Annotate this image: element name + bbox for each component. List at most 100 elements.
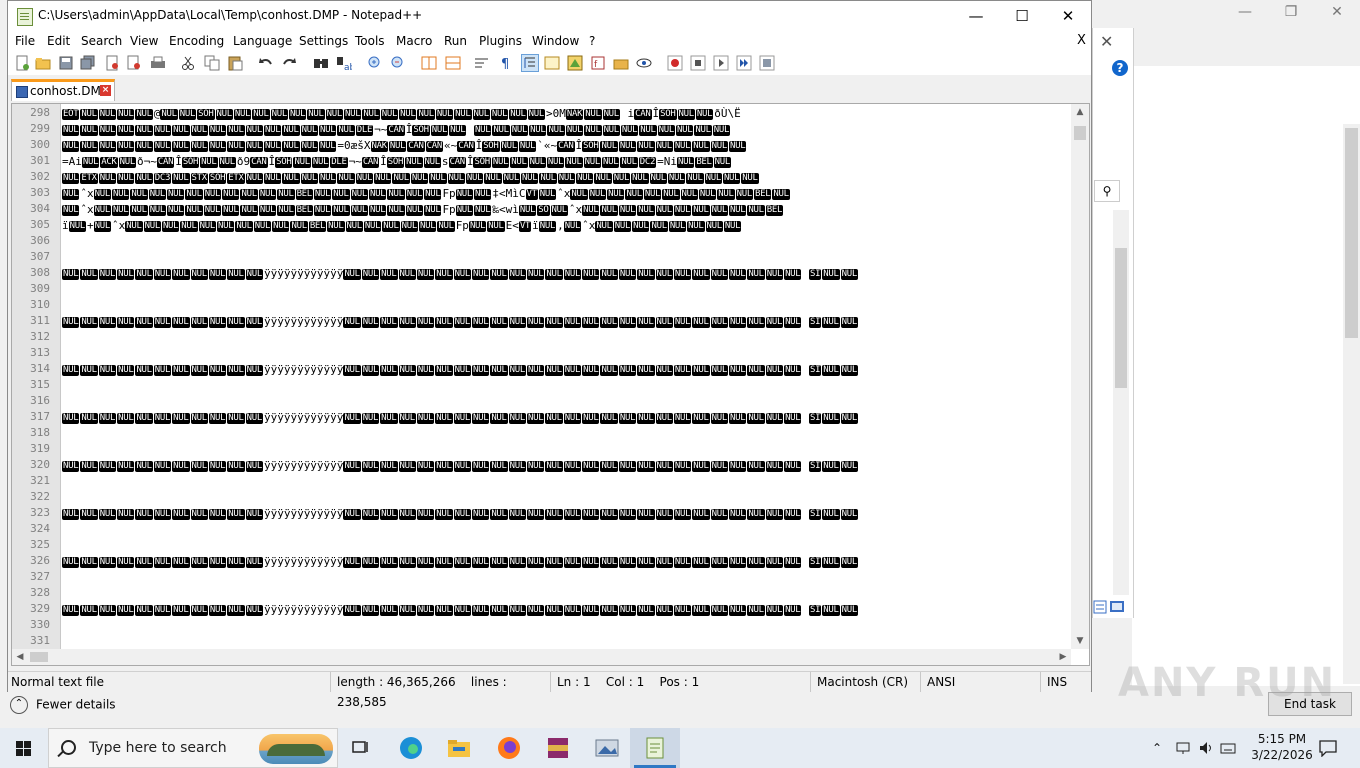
horizontal-scroll-thumb[interactable] xyxy=(30,652,48,662)
bg-scrollbar-thumb[interactable] xyxy=(1345,128,1358,338)
editor-pane[interactable]: 298 299 300 301 302 303 304 305 306 307 308 309 310 3… xyxy=(11,103,1090,666)
new-file-icon[interactable] xyxy=(14,55,30,71)
save-icon[interactable] xyxy=(58,55,74,71)
menu-encoding[interactable]: Encoding xyxy=(169,34,224,48)
maximize-button[interactable]: ☐ xyxy=(999,1,1045,31)
sync-vertical-icon[interactable] xyxy=(421,55,437,71)
stop-macro-icon[interactable] xyxy=(690,55,706,71)
copy-icon[interactable] xyxy=(204,55,220,71)
doc-map-icon[interactable] xyxy=(567,55,583,71)
editor-line[interactable]: NUL ETX NUL NUL NUL DC3 NUL STX SOH ETX NUL NUL NUL N… xyxy=(62,170,1070,186)
vertical-scroll-thumb[interactable] xyxy=(1074,126,1086,140)
function-list-icon[interactable]: f xyxy=(590,55,606,71)
editor-line[interactable]: =AiNUL ACK NUL ð¬~CAN ÎSOH NUL NUL ð9CAN ÎSOH NUL… xyxy=(62,154,1070,170)
search-icon[interactable]: ⚲ xyxy=(1094,180,1120,202)
tab-close-icon[interactable]: × xyxy=(100,85,111,96)
vertical-scrollbar[interactable]: ▲ ▼ xyxy=(1071,104,1089,649)
find-icon[interactable] xyxy=(313,55,329,71)
zoom-out-icon[interactable] xyxy=(390,55,406,71)
folder-workspace-icon[interactable] xyxy=(613,55,629,71)
tab-conhost-dmp[interactable]: conhost.DMP × xyxy=(11,79,115,101)
menu-run[interactable]: Run xyxy=(444,34,467,48)
taskbar-search-box[interactable]: Type here to search xyxy=(48,728,338,768)
editor-line[interactable]: NUL NUL NUL NUL NUL NUL NUL NUL NUL NUL NUL NUL NUL N… xyxy=(62,138,1070,154)
network-icon[interactable] xyxy=(1175,740,1191,756)
cut-icon[interactable] xyxy=(180,55,196,71)
editor-line[interactable]: NUL NUL NUL NUL NUL NUL NUL NUL NUL NUL NUL ÿÿÿÿÿÿÿ… xyxy=(62,266,1070,282)
notification-center-icon[interactable] xyxy=(1318,739,1338,757)
menu-window[interactable]: Window xyxy=(532,34,579,48)
edge-browser-icon[interactable] xyxy=(397,734,425,762)
task-view-icon[interactable] xyxy=(346,734,374,762)
bg-maximize-button[interactable]: ❐ xyxy=(1268,0,1314,24)
keyboard-layout-icon[interactable] xyxy=(1220,740,1236,756)
save-macro-icon[interactable] xyxy=(759,55,775,71)
bg-close-button[interactable]: ✕ xyxy=(1314,0,1360,24)
menu-view[interactable]: View xyxy=(130,34,158,48)
editor-line[interactable]: NUL ˆxNUL NUL NUL NUL NUL NUL NUL NUL NUL NUL NUL BE… xyxy=(62,186,1070,202)
menu-edit[interactable]: Edit xyxy=(47,34,70,48)
run-macro-multiple-icon[interactable] xyxy=(736,55,752,71)
title-bar[interactable]: C:\Users\admin\AppData\Local\Temp\conhos… xyxy=(8,1,1091,31)
menu-language[interactable]: Language xyxy=(233,34,292,48)
play-macro-icon[interactable] xyxy=(713,55,729,71)
monitoring-icon[interactable] xyxy=(636,55,652,71)
editor-line[interactable]: NUL NUL NUL NUL NUL NUL NUL NUL NUL NUL NUL ÿÿÿÿÿÿÿ… xyxy=(62,554,1070,570)
editor-line[interactable]: NUL NUL NUL NUL NUL NUL NUL NUL NUL NUL NUL NUL NUL N… xyxy=(62,122,1070,138)
print-icon[interactable] xyxy=(150,55,166,71)
show-all-chars-icon[interactable]: ¶ xyxy=(498,55,514,71)
close-all-icon[interactable] xyxy=(126,55,142,71)
editor-line[interactable]: NUL ˆxNUL NUL NUL NUL NUL NUL NUL NUL NUL NUL NUL BE… xyxy=(62,202,1070,218)
save-all-icon[interactable] xyxy=(80,55,96,71)
photos-app-icon[interactable] xyxy=(593,734,621,762)
udl-icon[interactable] xyxy=(544,55,560,71)
replace-icon[interactable]: ab xyxy=(336,55,352,71)
editor-line[interactable]: ïNUL +NUL ˆxNUL NUL NUL NUL NUL NUL NUL NUL NUL NUL… xyxy=(62,218,1070,234)
redo-icon[interactable] xyxy=(281,55,297,71)
menu-tools[interactable]: Tools xyxy=(355,34,385,48)
horizontal-scrollbar[interactable]: ◀ ▶ xyxy=(12,649,1071,665)
editor-line[interactable]: NUL NUL NUL NUL NUL NUL NUL NUL NUL NUL NUL ÿÿÿÿÿÿÿ… xyxy=(62,314,1070,330)
help-icon[interactable]: ? xyxy=(1112,60,1128,76)
menu-help[interactable]: ? xyxy=(589,34,595,48)
winrar-icon[interactable] xyxy=(544,734,572,762)
sync-horizontal-icon[interactable] xyxy=(445,55,461,71)
editor-line[interactable]: EOT NUL NUL NUL NUL @NUL NUL SOH NUL NUL NUL NUL NUL… xyxy=(62,106,1070,122)
record-macro-icon[interactable] xyxy=(667,55,683,71)
view-toggle-icons[interactable] xyxy=(1092,598,1130,616)
menu-macro[interactable]: Macro xyxy=(396,34,432,48)
bg-minimize-button[interactable]: — xyxy=(1222,0,1268,24)
close-button[interactable]: ✕ xyxy=(1045,1,1091,31)
menu-search[interactable]: Search xyxy=(81,34,122,48)
menu-settings[interactable]: Settings xyxy=(299,34,348,48)
menu-plugins[interactable]: Plugins xyxy=(479,34,522,48)
scroll-up-icon[interactable]: ▲ xyxy=(1071,104,1089,120)
editor-line[interactable]: NUL NUL NUL NUL NUL NUL NUL NUL NUL NUL NUL ÿÿÿÿÿÿÿ… xyxy=(62,602,1070,618)
view-list-icon[interactable] xyxy=(1092,598,1130,616)
zoom-in-icon[interactable] xyxy=(367,55,383,71)
close-document-button[interactable]: X xyxy=(1077,33,1086,48)
indent-guide-icon[interactable] xyxy=(521,54,539,72)
fewer-details-button[interactable]: ⌃ Fewer details xyxy=(10,696,116,714)
editor-line[interactable]: NUL NUL NUL NUL NUL NUL NUL NUL NUL NUL NUL ÿÿÿÿÿÿÿ… xyxy=(62,410,1070,426)
paste-icon[interactable] xyxy=(227,55,243,71)
menu-file[interactable]: File xyxy=(15,34,35,48)
start-button[interactable] xyxy=(0,728,48,768)
word-wrap-icon[interactable] xyxy=(474,55,490,71)
scroll-right-icon[interactable]: ▶ xyxy=(1055,649,1071,665)
close-file-icon[interactable] xyxy=(104,55,120,71)
notepadpp-taskbar-active[interactable] xyxy=(630,728,680,768)
minimize-button[interactable]: — xyxy=(953,1,999,31)
system-clock[interactable]: 5:15 PM 3/22/2026 xyxy=(1250,731,1314,763)
text-area[interactable]: EOT NUL NUL NUL NUL @NUL NUL SOH NUL NUL NUL NUL NUL… xyxy=(62,104,1070,665)
editor-line[interactable]: NUL NUL NUL NUL NUL NUL NUL NUL NUL NUL NUL ÿÿÿÿÿÿÿ… xyxy=(62,458,1070,474)
tray-overflow-chevron-icon[interactable]: ⌃ xyxy=(1152,728,1162,768)
firefox-icon[interactable] xyxy=(495,734,523,762)
bg-panel-scrollbar-thumb[interactable] xyxy=(1115,248,1127,388)
scroll-down-icon[interactable]: ▼ xyxy=(1071,633,1089,649)
scroll-left-icon[interactable]: ◀ xyxy=(12,649,28,665)
editor-line[interactable]: NUL NUL NUL NUL NUL NUL NUL NUL NUL NUL NUL ÿÿÿÿÿÿÿ… xyxy=(62,506,1070,522)
volume-icon[interactable] xyxy=(1198,740,1214,756)
file-explorer-icon[interactable] xyxy=(445,734,473,762)
open-file-icon[interactable] xyxy=(35,55,51,71)
